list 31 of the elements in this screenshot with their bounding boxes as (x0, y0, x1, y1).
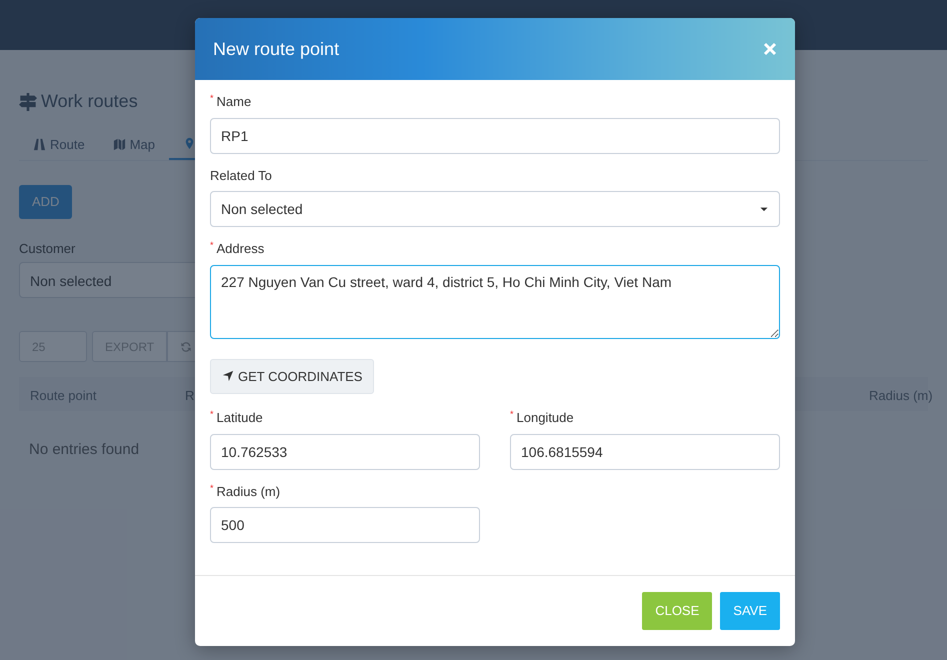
navigation-arrow-icon (222, 370, 234, 382)
road-icon (33, 138, 46, 151)
field-label: Related To (210, 168, 272, 182)
related-to-select[interactable]: Non selected (210, 191, 780, 227)
required-marker: * (210, 93, 214, 103)
input-field[interactable]: 106.6815594 (510, 434, 780, 470)
close-icon (763, 42, 777, 56)
field-label: Address (216, 241, 264, 256)
required-marker: * (210, 409, 214, 419)
required-marker: * (510, 409, 514, 419)
signpost-icon (19, 92, 37, 110)
refresh-icon (180, 341, 192, 353)
column-header: Route point (30, 387, 96, 405)
dialog-title: New route point (213, 38, 340, 61)
required-marker: * (210, 240, 214, 250)
get-coordinates-button[interactable]: GET COORDINATES (210, 358, 374, 394)
input-field[interactable]: 500 (210, 507, 480, 543)
input-field[interactable]: RP1 (210, 118, 780, 154)
field-label: Radius (m) (216, 484, 280, 498)
required-marker: * (210, 482, 214, 492)
filter-label: Customer (19, 240, 76, 258)
input-field[interactable]: 10.762533 (210, 434, 480, 470)
empty-message: No entries found (29, 440, 140, 460)
field-label: Longitude (516, 410, 574, 425)
address-field[interactable]: 227 Nguyen Van Cu street, ward 4, district 5, Ho Chi Minh City, Viet Nam (210, 264, 780, 338)
field-label: Latitude (216, 410, 263, 425)
column-header: Radius (m) (869, 387, 933, 405)
page-title: Work routes (41, 90, 138, 113)
map-icon (112, 138, 126, 151)
field-label: Name (216, 94, 252, 109)
map-pin-icon (183, 137, 196, 150)
